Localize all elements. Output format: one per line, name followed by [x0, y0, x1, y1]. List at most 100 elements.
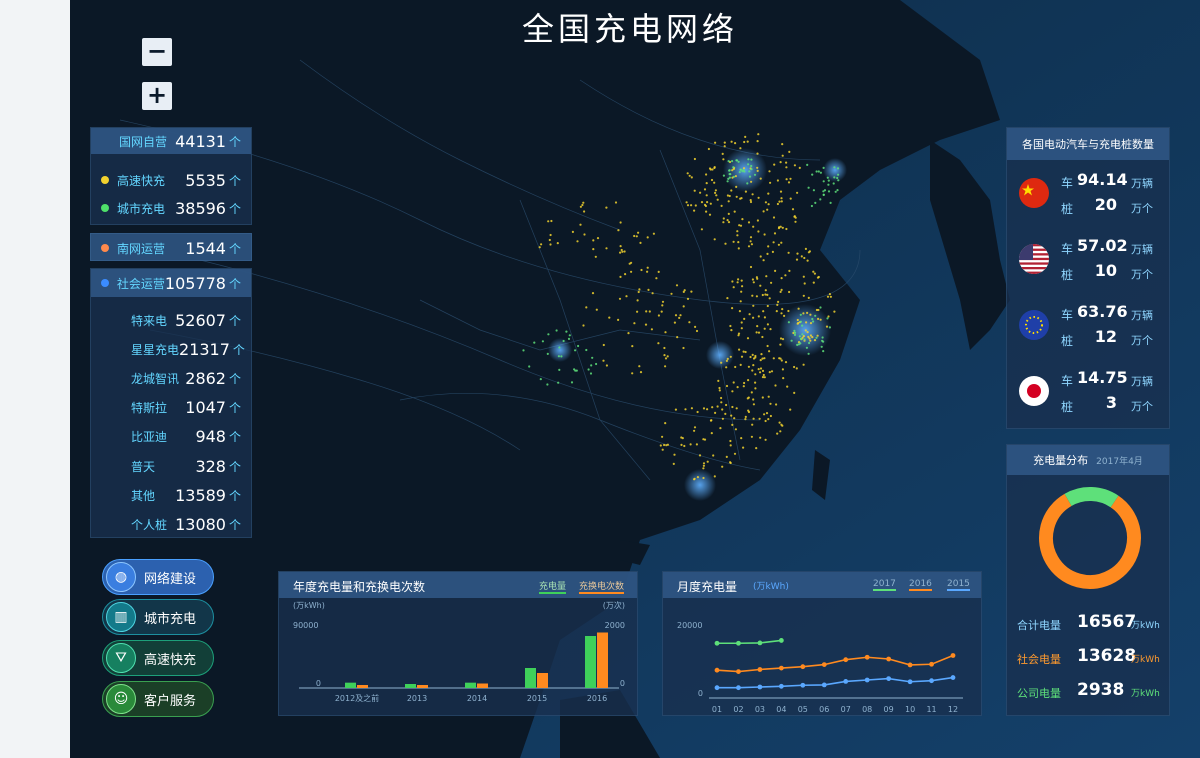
monthly-point-2016[interactable] [757, 667, 763, 672]
zoom-in-button[interactable]: + [142, 82, 172, 110]
operator-row[interactable]: 特来电 52607 个 [91, 307, 251, 333]
city-row[interactable]: 城市充电 38596 个 [91, 195, 251, 221]
south-grid-row: 南网运营 1544 个 [91, 235, 251, 261]
monthly-line-2017[interactable] [717, 639, 782, 645]
city-label: 城市充电 [117, 201, 166, 216]
car-unit: 万辆 [1131, 309, 1153, 322]
monthly-point-2015[interactable] [929, 678, 934, 684]
highway-row[interactable]: 高速快充 5535 个 [91, 167, 251, 193]
monthly-x-tick: 08 [862, 705, 872, 714]
monthly-point-2015[interactable] [736, 685, 741, 691]
south-grid-unit: 个 [228, 241, 241, 256]
monthly-point-2015[interactable] [950, 675, 956, 680]
operator-unit: 个 [228, 488, 241, 503]
operator-unit: 个 [228, 517, 241, 532]
distribution-donut-chart[interactable] [1037, 485, 1143, 591]
annual-bar-count[interactable] [537, 673, 548, 688]
country-row[interactable]: 车 63.76 万辆桩 12 万个 [1007, 296, 1169, 356]
operator-unit: 个 [228, 371, 241, 386]
south-grid-panel[interactable]: 南网运营 1544 个 [90, 233, 252, 261]
annual-legend-energy[interactable]: 充电量 [539, 579, 567, 594]
monthly-legend-2016[interactable]: 2016 [909, 579, 932, 591]
monthly-point-2017[interactable] [714, 640, 720, 646]
monthly-point-2015[interactable] [886, 676, 892, 681]
social-panel: 社会运营 105778 个 特来电 52607 个星星充电 21317 个龙城智讯 286… [90, 268, 252, 538]
grid-own-row[interactable]: 国网自营 44131 个 [91, 128, 251, 154]
operator-row[interactable]: 比亚迪 948 个 [91, 424, 251, 450]
annual-bar-energy[interactable] [465, 682, 476, 688]
monthly-point-2015[interactable] [757, 684, 763, 690]
annual-bar-energy[interactable] [345, 682, 356, 688]
operator-row[interactable]: 个人桩 13080 个 [91, 511, 251, 537]
country-row[interactable]: 车 57.02 万辆桩 10 万个 [1007, 230, 1169, 290]
operator-label: 特斯拉 [131, 401, 168, 416]
monthly-point-2015[interactable] [864, 677, 870, 683]
monthly-point-2017[interactable] [736, 640, 741, 646]
distribution-row[interactable]: 合计电量 16567 万kWh [1007, 611, 1169, 639]
car-unit: 万辆 [1131, 243, 1153, 256]
operator-row[interactable]: 特斯拉 1047 个 [91, 395, 251, 421]
monthly-point-2016[interactable] [800, 664, 806, 670]
operator-value: 948 [195, 427, 226, 447]
annual-legend-count[interactable]: 充换电次数 [579, 579, 625, 594]
pile-value: 10 [1094, 261, 1117, 280]
annual-bar-energy[interactable] [525, 668, 536, 688]
monthly-point-2016[interactable] [778, 665, 784, 671]
operator-row[interactable]: 龙城智讯 2862 个 [91, 365, 251, 391]
monthly-point-2016[interactable] [843, 657, 849, 663]
monthly-point-2016[interactable] [736, 669, 741, 674]
monthly-point-2015[interactable] [800, 682, 806, 688]
monthly-point-2016[interactable] [864, 654, 870, 660]
monthly-point-2016[interactable] [950, 653, 956, 658]
monthly-line-chart[interactable]: 20000 0 01 02 03 04 05 06 07 08 09 10 11 12 [663, 598, 983, 717]
monthly-point-2016[interactable] [714, 667, 720, 673]
operator-unit: 个 [232, 342, 245, 357]
monthly-point-2016[interactable] [929, 661, 934, 667]
annual-bar-count[interactable] [357, 685, 368, 688]
annual-bar-energy[interactable] [585, 636, 596, 688]
nav-city-button[interactable]: ▥ 城市充电 [102, 599, 214, 635]
grid-own-unit: 个 [228, 134, 241, 149]
operator-row[interactable]: 普天 328 个 [91, 453, 251, 479]
monthly-point-2017[interactable] [778, 638, 784, 643]
zoom-out-button[interactable]: − [142, 38, 172, 66]
monthly-point-2015[interactable] [778, 683, 784, 689]
monthly-point-2016[interactable] [821, 662, 827, 667]
operator-value: 1047 [185, 398, 226, 418]
annual-bar-count[interactable] [597, 632, 608, 689]
monthly-legend-2015[interactable]: 2015 [947, 579, 970, 591]
monthly-point-2015[interactable] [843, 679, 849, 684]
social-row[interactable]: 社会运营 105778 个 [91, 269, 251, 297]
monthly-line-2015[interactable] [717, 676, 954, 689]
left-frame [0, 0, 70, 758]
operator-row[interactable]: 其他 13589 个 [91, 482, 251, 508]
monthly-point-2016[interactable] [907, 662, 913, 668]
annual-bar-count[interactable] [417, 685, 428, 688]
nav-highway-button[interactable]: ⛛ 高速快充 [102, 640, 214, 676]
pile-label: 桩 [1061, 268, 1074, 282]
pile-unit: 万个 [1131, 202, 1153, 215]
annual-bar-count[interactable] [477, 683, 488, 689]
annual-bar-chart[interactable]: (万kWh) (万次) 90000 2000 0 0 2012及之前 2013 2014 2015… [279, 598, 639, 717]
car-value: 63.76 [1077, 302, 1128, 321]
nav-city-label: 城市充电 [144, 611, 197, 627]
monthly-point-2016[interactable] [886, 656, 892, 662]
country-row[interactable]: 车 94.14 万辆桩 20 万个 [1007, 164, 1169, 224]
distribution-row[interactable]: 社会电量 13628 万kWh [1007, 645, 1169, 673]
nav-network-button[interactable]: ◍ 网络建设 [102, 559, 214, 595]
monthly-chart-title: 月度充电量 [677, 580, 738, 594]
monthly-point-2015[interactable] [907, 679, 913, 685]
distribution-row[interactable]: 公司电量 2938 万kWh [1007, 679, 1169, 707]
annual-chart-title: 年度充电量和充换电次数 [293, 580, 426, 594]
car-unit: 万辆 [1131, 375, 1153, 388]
operator-row[interactable]: 星星充电 21317 个 [91, 336, 251, 362]
page-title: 全国充电网络 [521, 10, 738, 48]
monthly-point-2015[interactable] [821, 682, 827, 688]
monthly-point-2015[interactable] [714, 685, 720, 691]
annual-bar-energy[interactable] [405, 684, 416, 688]
monthly-legend-2017[interactable]: 2017 [873, 579, 896, 591]
nav-service-button[interactable]: ☺ 客户服务 [102, 681, 214, 717]
country-row[interactable]: 车 14.75 万辆桩 3 万个 [1007, 362, 1169, 422]
monthly-line-2016[interactable] [716, 654, 954, 673]
monthly-point-2017[interactable] [757, 640, 763, 646]
